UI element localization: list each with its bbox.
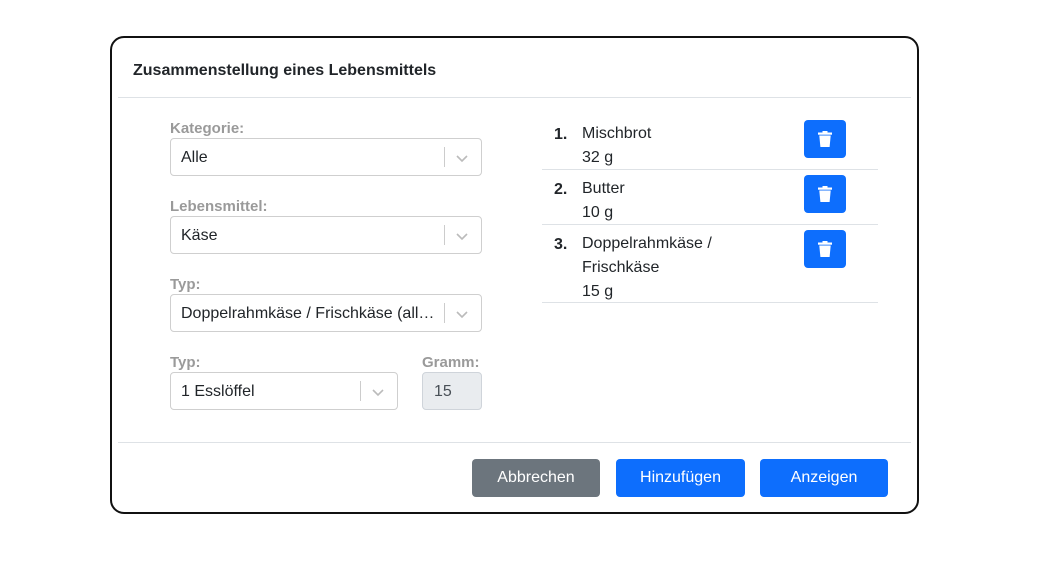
gramm-label: Gramm: [422, 354, 480, 371]
kategorie-label: Kategorie: [170, 120, 245, 137]
list-item-name: Doppelrahmkäse / [582, 235, 712, 252]
chevron-down-icon[interactable] [455, 307, 469, 321]
modal-title: Zusammenstellung eines Lebensmittels [133, 62, 437, 79]
list-item-number: 3. [554, 236, 568, 253]
add-button[interactable]: Hinzufügen [616, 459, 745, 497]
list-item: 2. Butter 10 g [542, 170, 878, 225]
list-item-amount: 15 g [582, 283, 614, 300]
footer-divider [118, 442, 911, 443]
lebensmittel-value: Käse [181, 227, 218, 244]
portion-value: 1 Esslöffel [181, 383, 255, 400]
list-item-text: Butter 10 g [582, 177, 625, 225]
lebensmittel-select[interactable]: Käse [170, 216, 482, 254]
typ-label: Typ: [170, 276, 201, 293]
chevron-down-icon[interactable] [371, 385, 385, 399]
kategorie-select[interactable]: Alle [170, 138, 482, 176]
list-item-text: Mischbrot 32 g [582, 122, 651, 170]
portion-select[interactable]: 1 Esslöffel [170, 372, 398, 410]
typ-select[interactable]: Doppelrahmkäse / Frischkäse (allge... [170, 294, 482, 332]
show-button[interactable]: Anzeigen [760, 459, 888, 497]
cancel-button[interactable]: Abbrechen [472, 459, 600, 497]
food-composition-dialog: Zusammenstellung eines Lebensmittels Kat… [110, 36, 919, 514]
typ-value: Doppelrahmkäse / Frischkäse (allge... [181, 305, 443, 322]
list-item-name: Butter [582, 180, 625, 197]
list-item-amount: 32 g [582, 149, 614, 166]
list-item-number: 1. [554, 126, 568, 143]
list-item-number: 2. [554, 181, 568, 198]
list-item-name: Mischbrot [582, 125, 652, 142]
delete-button[interactable] [804, 120, 846, 158]
list-item-text: Doppelrahmkäse / Frischkäse 15 g [582, 232, 712, 304]
select-separator [444, 303, 445, 323]
chevron-down-icon[interactable] [455, 229, 469, 243]
modal-header: Zusammenstellung eines Lebensmittels [118, 38, 911, 98]
trash-icon [818, 241, 832, 257]
portion-label: Typ: [170, 354, 201, 371]
list-item-name: Frischkäse [582, 259, 660, 276]
trash-icon [818, 186, 832, 202]
chevron-down-icon[interactable] [455, 151, 469, 165]
gramm-input[interactable]: 15 [422, 372, 482, 410]
delete-button[interactable] [804, 230, 846, 268]
trash-icon [818, 131, 832, 147]
list-item-amount: 10 g [582, 204, 614, 221]
gramm-value: 15 [434, 383, 452, 400]
delete-button[interactable] [804, 175, 846, 213]
list-item: 1. Mischbrot 32 g [542, 118, 878, 170]
select-separator [360, 381, 361, 401]
list-item: 3. Doppelrahmkäse / Frischkäse 15 g [542, 225, 878, 303]
lebensmittel-label: Lebensmittel: [170, 198, 268, 215]
select-separator [444, 147, 445, 167]
kategorie-value: Alle [181, 149, 208, 166]
select-separator [444, 225, 445, 245]
